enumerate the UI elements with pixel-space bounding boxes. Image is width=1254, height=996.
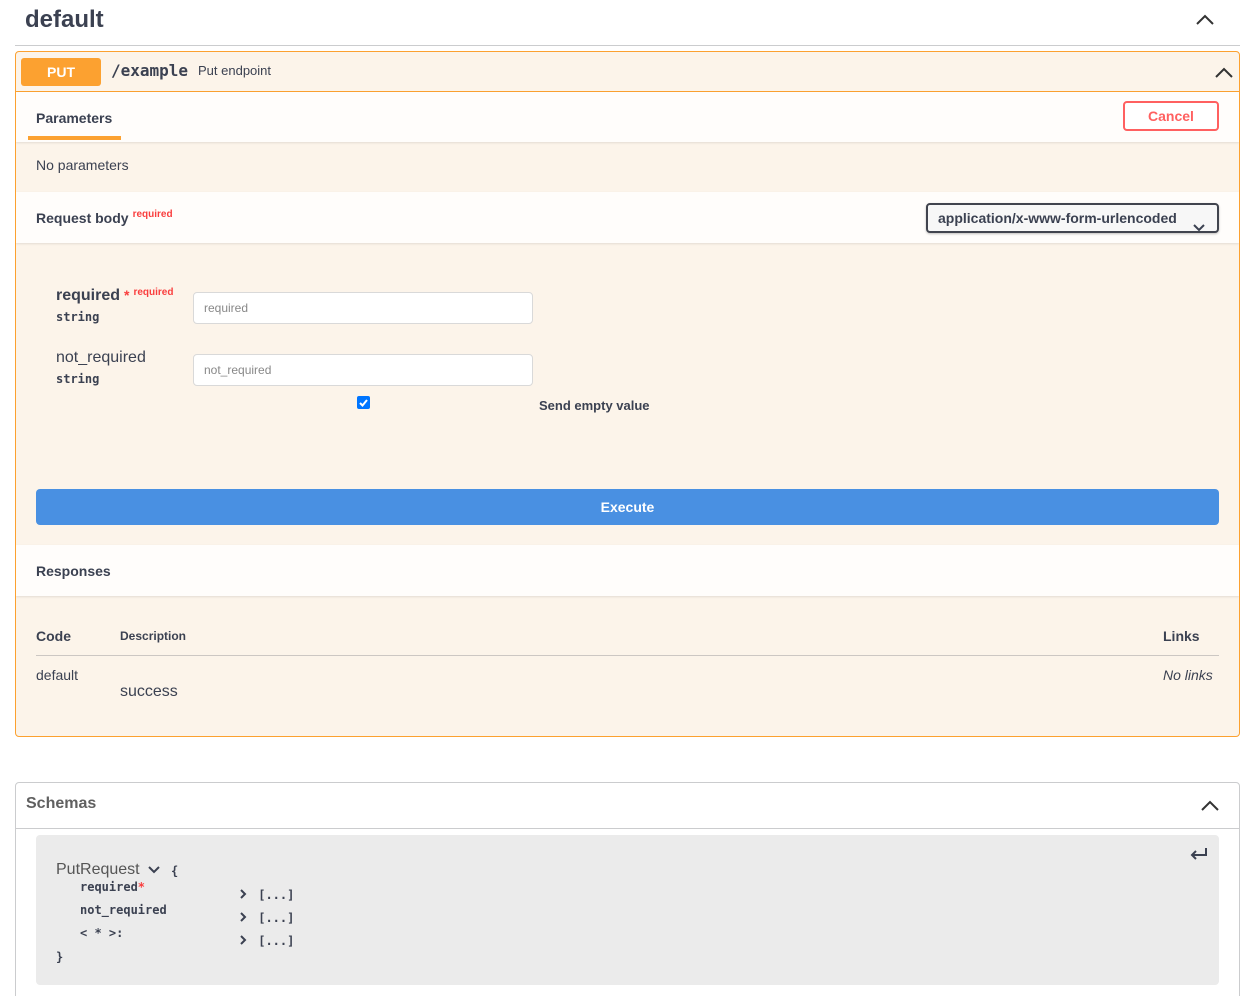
operation-block: PUT /example Put endpoint Parameters Can… (15, 51, 1240, 737)
send-empty-checkbox[interactable] (357, 396, 370, 409)
schemas-title[interactable]: Schemas (26, 795, 96, 813)
field-name-text: required (56, 287, 121, 304)
return-icon[interactable] (1190, 847, 1208, 866)
no-parameters-text: No parameters (36, 157, 129, 173)
open-brace: { (171, 864, 179, 878)
model-name-text: PutRequest (56, 861, 140, 878)
field-name-not-required: not_required (56, 349, 146, 366)
chevron-right-icon (240, 889, 247, 899)
tag-title: default (25, 6, 104, 33)
operation-path: /example (111, 61, 189, 80)
content-type-select[interactable]: application/x-www-form-urlencoded (926, 203, 1219, 233)
method-badge: PUT (21, 58, 101, 86)
property-name-text: required (80, 880, 138, 894)
field-name-required: required * required (56, 287, 173, 305)
close-brace: } (56, 950, 64, 964)
property-name: < * >: (80, 926, 124, 940)
field-type: string (56, 372, 100, 386)
cancel-button[interactable]: Cancel (1123, 101, 1219, 131)
required-label: required (133, 287, 174, 298)
send-empty-label: Send empty value (539, 398, 650, 413)
parameters-header: Parameters Cancel (16, 92, 1239, 142)
property-name: not_required (80, 903, 167, 917)
responses-header: Responses (16, 545, 1239, 596)
execute-button[interactable]: Execute (36, 489, 1219, 525)
chevron-right-icon (240, 935, 247, 945)
model-name[interactable]: PutRequest (56, 861, 160, 879)
responses-title: Responses (36, 563, 111, 579)
required-star: * (124, 287, 130, 303)
chevron-down-icon (1193, 214, 1205, 240)
response-code: default (36, 667, 79, 683)
property-expander[interactable]: [...] (239, 911, 294, 925)
request-body-header: Request body required application/x-www-f… (16, 192, 1239, 243)
property-value: [...] (258, 911, 295, 925)
property-expander[interactable]: [...] (239, 888, 294, 902)
not-required-input[interactable]: not_required (193, 354, 533, 386)
content-type-value: application/x-www-form-urlencoded (938, 210, 1177, 226)
chevron-up-icon[interactable] (1195, 12, 1215, 26)
column-header-description: Description (120, 629, 187, 643)
operation-summary-text: Put endpoint (198, 63, 272, 78)
schemas-section: Schemas PutRequest { required* not_requi… (15, 782, 1240, 996)
required-input[interactable]: required (193, 292, 533, 324)
chevron-up-icon[interactable] (1214, 65, 1234, 79)
tag-section-header[interactable]: default (15, 0, 1240, 46)
chevron-down-icon[interactable] (148, 866, 160, 874)
chevron-right-icon (240, 912, 247, 922)
column-header-code: Code (36, 628, 71, 644)
model-box: PutRequest { required* not_required < * … (36, 835, 1219, 985)
property-name: required* (80, 880, 145, 894)
response-links: No links (1163, 667, 1213, 683)
divider (16, 828, 1239, 829)
property-expander[interactable]: [...] (239, 934, 294, 948)
operation-summary[interactable]: PUT /example Put endpoint (16, 52, 1239, 92)
column-header-links: Links (1163, 628, 1200, 644)
response-description: success (120, 683, 178, 700)
request-body-label: Request body (36, 210, 129, 226)
required-star: * (137, 880, 146, 894)
property-value: [...] (258, 888, 295, 902)
request-body-title: Request body required (36, 209, 173, 226)
table-divider (36, 655, 1219, 656)
field-type: string (56, 310, 100, 324)
required-label: required (132, 209, 173, 220)
chevron-up-icon[interactable] (1200, 798, 1220, 812)
tab-parameters[interactable]: Parameters (36, 110, 112, 126)
tab-active-indicator (28, 136, 121, 140)
property-value: [...] (258, 934, 295, 948)
